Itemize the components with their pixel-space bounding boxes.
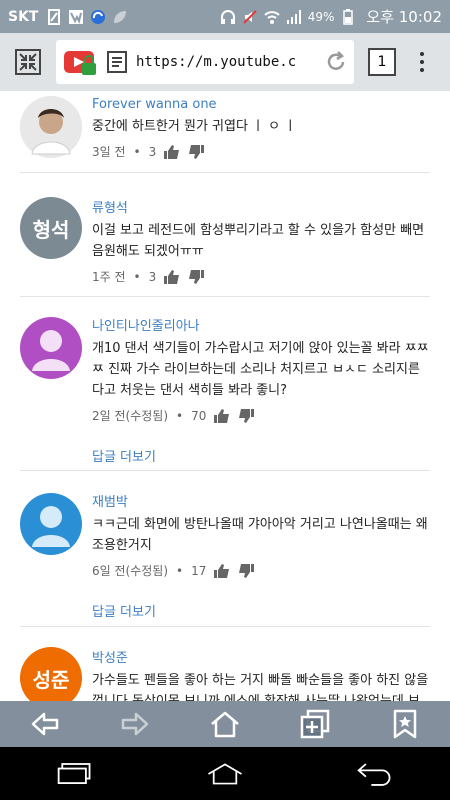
url-text[interactable]: https://m.youtube.c <box>136 54 316 70</box>
thumbs-up-icon[interactable] <box>214 408 230 423</box>
thumbs-down-icon[interactable] <box>188 144 205 159</box>
system-icons: 49% 오후 10:02 <box>220 6 442 27</box>
page-info-icon[interactable] <box>106 50 128 74</box>
system-nav-bar <box>0 747 450 800</box>
signal-icon <box>286 9 301 24</box>
carrier-label: SKT <box>8 8 39 25</box>
browser-address-bar: https://m.youtube.c 1 <box>0 33 450 91</box>
avatar[interactable] <box>20 493 82 555</box>
default-avatar-icon <box>32 506 70 547</box>
comment-text: ㅋㅋ근데 화면에 방탄나올때 갸아아악 거리고 나연나올때는 왜 조용한거지 <box>92 517 428 553</box>
comment-text: 개10 댄서 색기들이 가수랍시고 저기에 앉아 있는꼴 봐라 ㅉㅉㅉ 진짜 가… <box>92 341 429 398</box>
like-count: 3 <box>148 144 157 159</box>
recent-apps-icon <box>57 762 91 784</box>
tab-switcher-button[interactable]: 1 <box>362 42 402 82</box>
thumbs-up-icon[interactable] <box>164 144 180 159</box>
meta-separator: • <box>133 144 141 159</box>
comment-time: 3일 전 <box>92 145 126 159</box>
meta-separator: • <box>176 408 184 423</box>
shrink-icon <box>15 49 41 75</box>
comment-author[interactable]: Forever wanna one <box>92 97 430 112</box>
home-button[interactable] <box>205 704 245 744</box>
thumbs-up-icon[interactable] <box>214 563 230 578</box>
comment-meta: 2일 전(수정됨) • 70 <box>92 407 430 424</box>
new-tab-button[interactable] <box>295 704 335 744</box>
comment-author[interactable]: 나인티나인줄리아나 <box>92 315 430 334</box>
avatar[interactable] <box>20 96 82 158</box>
comment-item: Forever wanna one 중간에 하트한거 뭔가 귀엽다 ㅣ ㅇ ㅣ … <box>20 91 430 173</box>
comment-item: 형석 류형석 이걸 보고 레전드에 함성뿌리기라고 할 수 있을가 함성만 빼면… <box>20 173 430 297</box>
url-bar[interactable]: https://m.youtube.c <box>56 40 354 84</box>
sync-app-icon <box>91 9 106 24</box>
battery-level: 49% <box>307 9 335 24</box>
comment-text: 중간에 하트한거 뭔가 귀엽다 ㅣ ㅇ ㅣ <box>92 119 297 134</box>
thumbs-down-icon[interactable] <box>238 408 255 423</box>
thumbs-down-icon[interactable] <box>188 269 205 284</box>
v3-app-icon <box>69 9 84 24</box>
comment-item: 성준 박성준 가수들도 펜들을 좋아 하는 거지 빠돌 빠순들을 좋아 하진 않… <box>20 627 430 701</box>
more-replies-link[interactable]: 답글 더보기 <box>92 446 430 465</box>
home-outline-icon <box>208 762 242 784</box>
secure-site-icon <box>64 51 96 75</box>
leaf-icon <box>114 10 127 23</box>
like-count: 17 <box>191 563 207 578</box>
default-avatar-icon <box>32 330 70 371</box>
avatar[interactable]: 형석 <box>20 197 82 259</box>
add-tab-icon <box>300 709 330 739</box>
comment-text: 가수들도 펜들을 좋아 하는 거지 빠돌 빠순들을 좋아 하진 않을 껍니다 동… <box>92 673 429 701</box>
more-vert-icon <box>420 52 424 72</box>
like-count: 3 <box>148 269 157 284</box>
avatar-photo <box>20 96 82 158</box>
wifi-icon <box>264 10 280 24</box>
comment-list: Forever wanna one 중간에 하트한거 뭔가 귀엽다 ㅣ ㅇ ㅣ … <box>0 91 450 701</box>
notification-icons <box>46 8 128 25</box>
notification-icon <box>48 8 61 25</box>
comment-time: 1주 전 <box>92 270 126 284</box>
overflow-menu-button[interactable] <box>402 42 442 82</box>
system-home-button[interactable] <box>205 754 245 794</box>
reader-mode-button[interactable] <box>8 42 48 82</box>
headphones-icon <box>220 9 235 24</box>
forward-button[interactable] <box>115 704 155 744</box>
bookmark-star-icon <box>393 709 417 739</box>
arrow-right-icon <box>121 712 149 736</box>
status-bar: SKT 49% 오후 10:02 <box>0 0 450 33</box>
bookmark-button[interactable] <box>385 704 425 744</box>
avatar[interactable]: 성준 <box>20 647 82 701</box>
battery-icon <box>343 8 354 25</box>
more-replies-link[interactable]: 답글 더보기 <box>92 601 430 620</box>
avatar[interactable] <box>20 317 82 379</box>
comment-time: 6일 전(수정됨) <box>92 564 169 578</box>
mute-icon <box>243 9 257 24</box>
like-count: 70 <box>191 408 207 423</box>
thumbs-up-icon[interactable] <box>164 269 180 284</box>
comment-meta: 6일 전(수정됨) • 17 <box>92 562 430 579</box>
comment-time: 2일 전(수정됨) <box>92 409 169 423</box>
tab-count: 1 <box>368 48 396 76</box>
thumbs-down-icon[interactable] <box>238 563 255 578</box>
meta-separator: • <box>133 269 141 284</box>
comment-author[interactable]: 박성준 <box>92 647 430 666</box>
meta-separator: • <box>176 563 184 578</box>
home-icon <box>211 711 239 738</box>
comment-item: 재범박 ㅋㅋ근데 화면에 방탄나올때 갸아아악 거리고 나연나올때는 왜 조용한… <box>20 471 430 627</box>
comment-item: 나인티나인줄리아나 개10 댄서 색기들이 가수랍시고 저기에 앉아 있는꼴 봐… <box>20 297 430 471</box>
comment-author[interactable]: 재범박 <box>92 491 430 510</box>
comment-author[interactable]: 류형석 <box>92 197 430 216</box>
comment-meta: 3일 전 • 3 <box>92 143 430 160</box>
arrow-left-icon <box>31 712 59 736</box>
clock: 오후 10:02 <box>366 8 442 26</box>
browser-toolbar <box>0 701 450 747</box>
back-button[interactable] <box>25 704 65 744</box>
recent-apps-button[interactable] <box>55 754 95 794</box>
comment-text: 이걸 보고 레전드에 함성뿌리기라고 할 수 있을가 함성만 빼면 음원해도 되… <box>92 223 425 259</box>
system-back-button[interactable] <box>355 754 395 794</box>
back-arrow-icon <box>357 762 391 786</box>
comment-meta: 1주 전 • 3 <box>92 268 430 285</box>
refresh-icon[interactable] <box>324 50 348 74</box>
